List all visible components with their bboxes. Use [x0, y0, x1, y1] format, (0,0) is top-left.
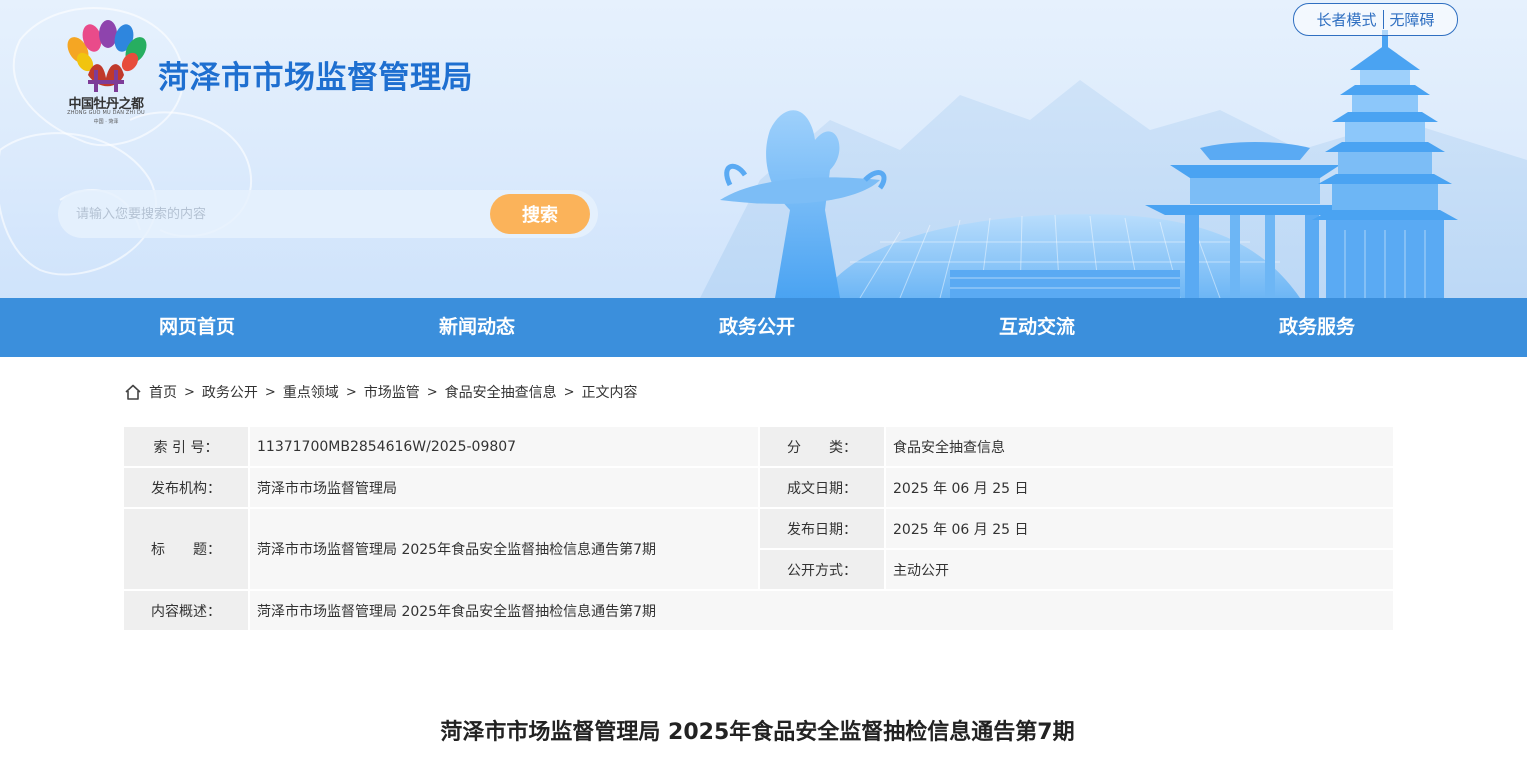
main-nav: 网页首页 新闻动态 政务公开 互动交流 政务服务: [0, 298, 1527, 357]
breadcrumb-government-affairs[interactable]: 政务公开: [202, 382, 258, 402]
breadcrumb-separator: >: [563, 384, 575, 400]
search-button[interactable]: 搜索: [490, 194, 590, 234]
elder-mode-button[interactable]: 长者模式: [1310, 9, 1382, 30]
table-row: 发布机构： 菏泽市市场监督管理局 成文日期： 2025 年 06 月 25 日: [122, 466, 1395, 509]
nav-item-government-affairs[interactable]: 政务公开: [617, 298, 897, 357]
breadcrumb-separator: >: [184, 384, 195, 400]
header-banner: 中国牡丹之都 ZHONG GUO MU DAN ZHI DU 中国 · 菏泽 菏…: [0, 0, 1527, 298]
article-title: 菏泽市市场监督管理局 2025年食品安全监督抽检信息通告第7期: [440, 720, 1075, 745]
document-info-table: 索 引 号： 11371700MB2854616W/2025-09807 分 类…: [122, 425, 1395, 632]
breadcrumb-home[interactable]: 首页: [149, 382, 177, 402]
nav-item-home[interactable]: 网页首页: [57, 298, 337, 357]
breadcrumb-key-areas[interactable]: 重点领域: [283, 382, 339, 402]
nav-item-news[interactable]: 新闻动态: [337, 298, 617, 357]
category-value: 食品安全抽查信息: [884, 425, 1395, 468]
banner-cityscape-illustration: [0, 6, 1527, 298]
site-title[interactable]: 菏泽市市场监督管理局: [158, 52, 473, 97]
disclosure-value: 主动公开: [884, 548, 1395, 591]
breadcrumb-current: 正文内容: [581, 385, 638, 401]
breadcrumb-food-safety[interactable]: 食品安全抽查信息: [445, 382, 557, 402]
summary-label: 内容概述：: [122, 589, 250, 632]
published-date-label: 发布日期：: [758, 507, 886, 550]
created-date-label: 成文日期：: [758, 466, 886, 509]
breadcrumb: 首页 > 政务公开 > 重点领域 > 市场监管 > 食品安全抽查信息 > 正文内…: [124, 381, 638, 403]
breadcrumb-separator: >: [426, 384, 438, 400]
title-value: 菏泽市市场监督管理局 2025年食品安全监督抽检信息通告第7期: [248, 507, 760, 591]
breadcrumb-market-supervision[interactable]: 市场监管: [364, 382, 420, 402]
nav-item-interaction[interactable]: 互动交流: [897, 298, 1177, 357]
published-date-value: 2025 年 06 月 25 日: [884, 507, 1395, 550]
accessibility-toolbar: 长者模式 无障碍: [1293, 3, 1458, 36]
index-value: 11371700MB2854616W/2025-09807: [248, 425, 760, 468]
logo-subtext: 中国 · 菏泽: [93, 119, 119, 125]
title-label: 标 题：: [122, 507, 250, 591]
table-row: 标 题： 菏泽市市场监督管理局 2025年食品安全监督抽检信息通告第7期 发布日…: [122, 507, 1395, 591]
publisher-value: 菏泽市市场监督管理局: [248, 466, 760, 509]
summary-value: 菏泽市市场监督管理局 2025年食品安全监督抽检信息通告第7期: [248, 589, 1395, 632]
publisher-label: 发布机构：: [122, 466, 250, 509]
disclosure-label: 公开方式：: [758, 548, 886, 591]
home-icon[interactable]: [124, 383, 142, 401]
breadcrumb-separator: >: [345, 384, 357, 400]
table-row: 索 引 号： 11371700MB2854616W/2025-09807 分 类…: [122, 425, 1395, 468]
index-label: 索 引 号：: [122, 425, 250, 468]
created-date-value: 2025 年 06 月 25 日: [884, 466, 1395, 509]
barrier-free-button[interactable]: 无障碍: [1384, 9, 1441, 30]
nav-item-services[interactable]: 政务服务: [1177, 298, 1457, 357]
search-input[interactable]: [62, 194, 510, 234]
breadcrumb-separator: >: [264, 384, 276, 400]
category-label: 分 类：: [758, 425, 886, 468]
logo-english-text: ZHONG GUO MU DAN ZHI DU: [67, 110, 145, 116]
table-row: 内容概述： 菏泽市市场监督管理局 2025年食品安全监督抽检信息通告第7期: [122, 589, 1395, 632]
